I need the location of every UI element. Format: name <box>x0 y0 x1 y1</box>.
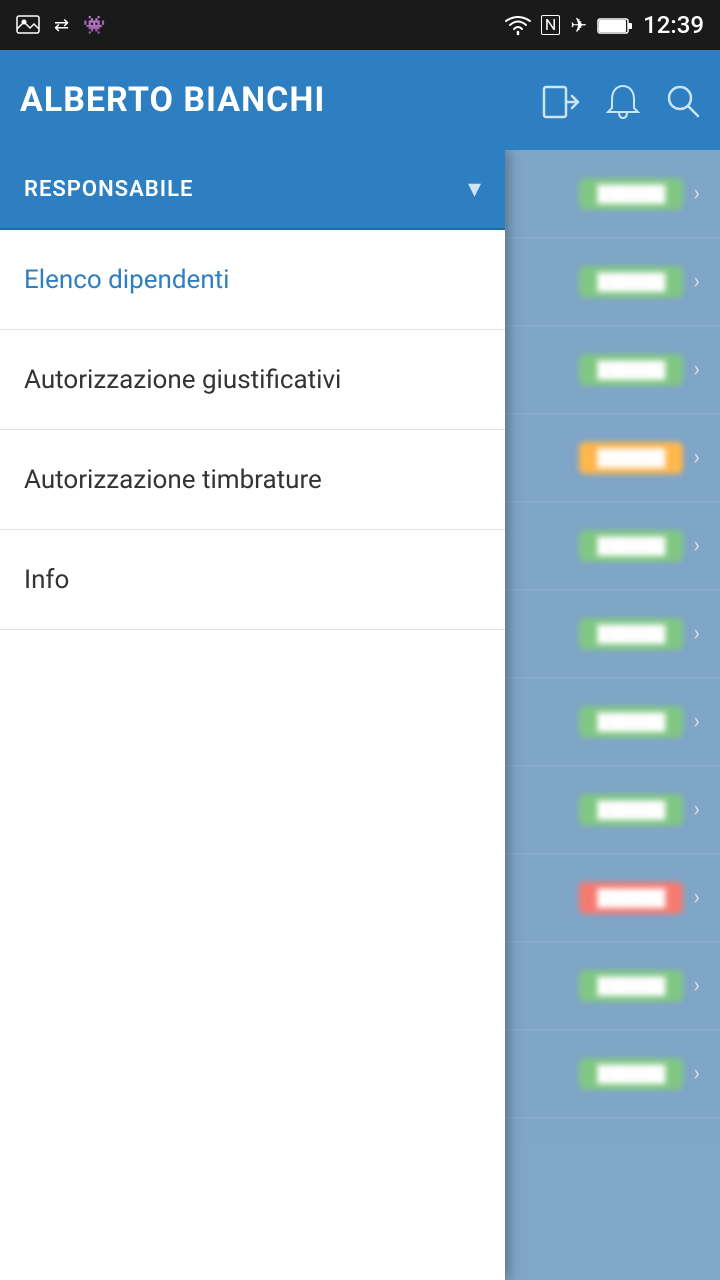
menu-item-label: Autorizzazione timbrature <box>24 465 322 495</box>
battery-icon <box>597 13 633 38</box>
status-time: 12:39 <box>643 11 704 39</box>
logout-icon[interactable] <box>542 79 580 121</box>
menu-item-label: Autorizzazione giustificativi <box>24 365 341 395</box>
menu-item-info[interactable]: Info <box>0 530 505 630</box>
bg-row: ██████ › <box>505 590 720 678</box>
drawer-menu: RESPONSABILE ▾ Elenco dipendenti Autoriz… <box>0 150 505 1280</box>
bg-badge: ██████ <box>579 266 683 298</box>
status-bar-left: ⇄ 👾 <box>16 15 106 36</box>
bg-badge: ██████ <box>579 794 683 826</box>
app-icon: 👾 <box>83 15 105 36</box>
bg-row: ██████ › <box>505 502 720 590</box>
bg-row: ██████ › <box>505 1030 720 1118</box>
bg-badge: ██████ <box>579 706 683 738</box>
usb-icon: ⇄ <box>54 15 69 36</box>
app-toolbar: ALBERTO BIANCHI <box>0 50 720 150</box>
drawer-header-title: RESPONSABILE <box>24 177 193 202</box>
bg-row: ██████ › <box>505 238 720 326</box>
status-bar-right: N ✈ 12:39 <box>505 11 704 39</box>
bg-row: ██████ › <box>505 766 720 854</box>
bg-row: ██████ › <box>505 326 720 414</box>
bg-badge: ██████ <box>579 178 683 210</box>
menu-item-label: Elenco dipendenti <box>24 265 230 295</box>
app-title: ALBERTO BIANCHI <box>20 80 325 120</box>
bg-row: ██████ › <box>505 942 720 1030</box>
sim-icon: N <box>541 15 560 35</box>
bg-badge: ██████ <box>579 354 683 386</box>
menu-item-label: Info <box>24 565 69 595</box>
bg-row: ██████ › <box>505 678 720 766</box>
menu-item-autorizzazione-giustificativi[interactable]: Autorizzazione giustificativi <box>0 330 505 430</box>
bg-row: ██████ › <box>505 854 720 942</box>
status-bar: ⇄ 👾 N ✈ 12:39 <box>0 0 720 50</box>
bg-row: ██████ › <box>505 414 720 502</box>
chevron-down-icon: ▾ <box>468 174 481 204</box>
bg-badge: ██████ <box>579 970 683 1002</box>
bg-badge: ██████ <box>579 1058 683 1090</box>
menu-item-elenco-dipendenti[interactable]: Elenco dipendenti <box>0 230 505 330</box>
toolbar-actions <box>542 79 700 121</box>
drawer-header[interactable]: RESPONSABILE ▾ <box>0 150 505 230</box>
menu-item-autorizzazione-timbrature[interactable]: Autorizzazione timbrature <box>0 430 505 530</box>
bg-badge: ██████ <box>579 530 683 562</box>
bg-badge: ██████ <box>579 882 683 914</box>
bg-badge: ██████ <box>579 442 683 474</box>
wifi-icon <box>505 13 531 38</box>
bg-row: ██████ › <box>505 150 720 238</box>
background-panel: ██████ › ██████ › ██████ › ██████ › ████… <box>505 150 720 1280</box>
image-icon <box>16 15 40 36</box>
bell-icon[interactable] <box>606 79 640 121</box>
airplane-icon: ✈ <box>570 13 587 37</box>
bg-badge: ██████ <box>579 618 683 650</box>
search-icon[interactable] <box>666 79 700 121</box>
